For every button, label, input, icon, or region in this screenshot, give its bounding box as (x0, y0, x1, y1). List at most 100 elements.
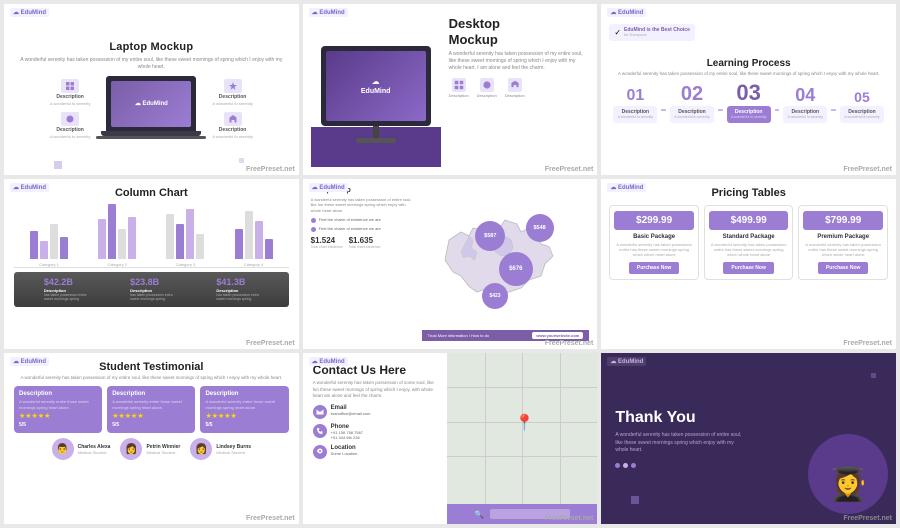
chart-bars-4 (235, 211, 273, 259)
slide-logo-9: ☁ EduMind (607, 357, 646, 366)
badge-checkmark-icon: ✓ (614, 28, 621, 37)
price-btn-2[interactable]: Purchase Now (723, 262, 773, 274)
watermark-9: FreePreset.net (843, 515, 892, 522)
step-connector-2 (718, 109, 723, 111)
pricing-title: Pricing Tables (711, 187, 785, 199)
map-bubble-4: $423 (482, 283, 508, 309)
step-connector-3 (775, 109, 780, 111)
test-score-3: 5/5 (205, 422, 283, 428)
chart-label-1: Category 1 (39, 262, 59, 267)
contact-phone-details: Phone +91 156 758 7567+91 344 6th 236 (331, 424, 363, 440)
watermark-2: FreePreset.net (545, 166, 594, 173)
person-3: 👩 Lindsey Burns Medical Student (190, 438, 251, 460)
chart-label-3: Category 3 (176, 262, 196, 267)
step-box-text-3: A wonderful fu serenity (731, 115, 767, 120)
laptop-logo: ☁ EduMind (135, 100, 168, 107)
slide-grid: ☁ EduMind Laptop Mockup A wonderful sere… (0, 0, 900, 528)
watermark: FreePreset.net (246, 166, 295, 173)
map-placeholder: 📍 (447, 353, 597, 524)
d-icon-label-2: Description (477, 93, 497, 98)
contact-search-icon: 🔍 (474, 510, 484, 519)
step-box-2: Description A wonderful fu serenity (670, 106, 714, 123)
desc-label-4: Description (219, 127, 247, 133)
testimonial-cards: Description A wonderful serenity entire … (14, 386, 289, 433)
slide-contact-us: ☁ EduMind Contact Us Here A wonderful se… (303, 353, 598, 524)
desktop-desc: A wonderful serenity has taken possessio… (449, 51, 590, 72)
person-avatar-1: 👨 (52, 438, 74, 460)
badge-sub: for Everyone (624, 33, 690, 38)
email-value: branoffice@email.com (331, 411, 371, 416)
bar-2-3 (118, 229, 126, 259)
chart-label-2: Category 2 (107, 262, 127, 267)
slide-column-chart: ☁ EduMind Column Chart Category 1 (4, 179, 299, 350)
desc-box-3: Description A wonderful fu serenity (50, 112, 90, 139)
laptop-stand (96, 136, 206, 139)
contact-email-details: Email branoffice@email.com (331, 405, 371, 416)
map-desc-text: A wonderful serenity has taken possessio… (311, 197, 416, 214)
deco-sq-3 (631, 496, 639, 504)
bar-4-1 (235, 229, 243, 259)
stat-value-1: $42.2B (44, 277, 73, 287)
step-num-1: 01 (626, 88, 644, 104)
person-role-1: Medical Student (78, 450, 111, 455)
desc-label-1: Description (56, 94, 84, 100)
price-card-2: $499.99 Standard Package A wonderful ser… (704, 205, 794, 281)
step-num-2: 02 (681, 84, 703, 104)
price-btn-1[interactable]: Purchase Now (629, 262, 679, 274)
d-icon-2 (480, 78, 494, 92)
price-card-1: $299.99 Basic Package A wonderful sereni… (609, 205, 699, 281)
price-amount-1: $299.99 (614, 211, 694, 230)
watermark-6: FreePreset.net (843, 340, 892, 347)
bar-2-4 (128, 217, 136, 259)
slide-logo-1: ☁ EduMind (10, 8, 49, 17)
desc-sub-4: A wonderful fu serenity (212, 134, 252, 139)
watermark-4: FreePreset.net (246, 340, 295, 347)
slide-thank-you: ☁ EduMind Thank You A wonderful serenity… (601, 353, 896, 524)
map-feature-1: Feel the charm of existence we are (311, 217, 416, 223)
desc-box-4: Description A wonderful fu serenity (212, 112, 252, 139)
step-connector-1 (661, 109, 666, 111)
step-4: 04 Description A wonderful fu serenity (783, 86, 827, 123)
stat-3: $41.3B Description has taken possession … (216, 277, 258, 302)
desc-sub-3: A wonderful fu serenity (50, 134, 90, 139)
chart-bars-1 (30, 224, 68, 259)
thankyou-dot-3 (631, 463, 636, 468)
map-line-v1 (485, 353, 486, 524)
bar-1-2 (40, 241, 48, 259)
step-box-1: Description A wonderful fu serenity (613, 106, 657, 123)
desc-label-3: Description (56, 127, 84, 133)
step-box-text-2: A wonderful fu serenity (674, 115, 710, 120)
map-feature-text-1: Feel the charm of existence we are (319, 217, 381, 222)
desktop-icon-3: Description (505, 78, 525, 98)
watermark-8: FreePreset.net (545, 515, 594, 522)
desc-icon-4 (224, 112, 242, 126)
thankyou-dot-1 (615, 463, 620, 468)
map-website-btn[interactable]: www.yourwebsite.com (532, 332, 583, 339)
price-desc-2: A wonderful serenity has taken possessio… (709, 242, 789, 258)
price-btn-3[interactable]: Purchase Now (818, 262, 868, 274)
d-icon-label-1: Description (449, 93, 469, 98)
bar-4-4 (265, 239, 273, 259)
test-score-1: 5/5 (19, 422, 97, 428)
map-bottom-text: Trust More information / How to do (428, 333, 489, 338)
map-left: Europe Map A wonderful serenity has take… (311, 187, 416, 250)
step-2: 02 Description A wonderful fu serenity (670, 84, 714, 123)
person-info-2: Petrin Winnier Medical Student (146, 444, 180, 455)
map-right: $587 $548 $676 $423 Trust More informati… (422, 187, 590, 342)
person-info-1: Charles Alexa Medical Student (78, 444, 111, 455)
step-box-text-4: A wonderful fu serenity (787, 115, 823, 120)
location-value: Some Location (331, 451, 358, 456)
test-score-2: 5/5 (112, 422, 190, 428)
test-stars-2: ★★★★★ (112, 412, 190, 420)
phone-icon (313, 424, 327, 438)
slide-logo-6: ☁ EduMind (607, 183, 646, 192)
price-desc-3: A wonderful serenity has taken possessio… (803, 242, 883, 258)
step-num-5: 05 (854, 90, 870, 104)
testimonial-subtitle: A wonderful serenity has taken possessio… (21, 375, 283, 381)
bar-3-1 (166, 214, 174, 259)
person-name-1: Charles Alexa (78, 444, 111, 450)
step-box-3: Description A wonderful fu serenity (727, 106, 771, 123)
test-card-1: Description A wonderful serenity entire … (14, 386, 102, 433)
phone-value: +91 156 758 7567+91 344 6th 236 (331, 430, 363, 440)
desktop-icon-2: Description (477, 78, 497, 98)
